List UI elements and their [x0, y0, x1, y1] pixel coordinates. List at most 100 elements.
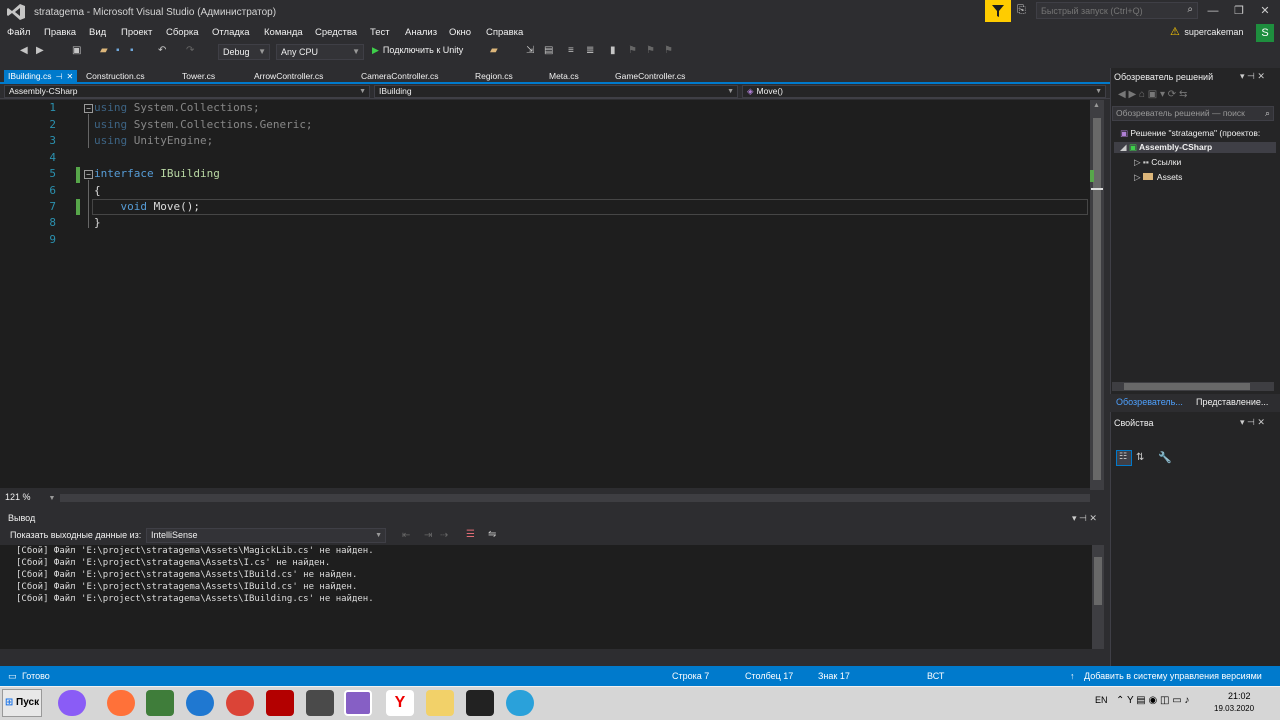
tree-assets[interactable]: ▷ Assets	[1134, 172, 1182, 183]
output-source-dropdown[interactable]: IntelliSense ▼	[146, 528, 386, 543]
tab-game-controller[interactable]: GameController.cs	[611, 70, 689, 84]
clear-all-icon[interactable]: ☰	[466, 529, 475, 540]
redo-icon[interactable]: ↷	[186, 45, 194, 56]
menu-analyze[interactable]: Анализ	[405, 27, 437, 38]
property-pages-icon[interactable]: 🔧	[1158, 451, 1172, 464]
tab-tower[interactable]: Tower.cs	[178, 70, 219, 84]
clear-bookmarks-icon[interactable]: ⚑	[664, 45, 673, 56]
properties-panel-controls[interactable]: ▾ ⊣ ✕	[1240, 417, 1265, 428]
type-dropdown[interactable]: IBuilding ▼	[374, 85, 738, 98]
collapse-toggle[interactable]: −	[84, 104, 93, 113]
goto-message-icon[interactable]: ⇢	[440, 530, 448, 541]
chrome-icon[interactable]	[226, 690, 254, 716]
project-dropdown[interactable]: Assembly-CSharp ▼	[4, 85, 370, 98]
next-message-icon[interactable]: ⇥	[424, 530, 432, 541]
tab-solution-explorer[interactable]: Обозреватель...	[1116, 397, 1183, 407]
back-icon[interactable]: ◀	[20, 45, 28, 56]
scroll-thumb[interactable]	[1094, 557, 1102, 605]
browse-icon[interactable]: ▰	[490, 45, 498, 56]
tab-ibuilding[interactable]: IBuilding.cs ⊣ ✕	[4, 70, 78, 84]
tab-construction[interactable]: Construction.cs	[82, 70, 149, 84]
avatar[interactable]: S	[1256, 24, 1274, 42]
menu-tools[interactable]: Средства	[315, 27, 357, 38]
restore-button[interactable]: ❐	[1229, 3, 1249, 19]
output-scrollbar[interactable]	[1092, 545, 1104, 649]
browser-icon[interactable]	[186, 690, 214, 716]
menu-view[interactable]: Вид	[89, 27, 106, 38]
menu-team[interactable]: Команда	[264, 27, 303, 38]
file-explorer-icon[interactable]	[426, 690, 454, 716]
quick-launch-input[interactable]	[1037, 3, 1177, 18]
tab-region[interactable]: Region.cs	[471, 70, 517, 84]
tree-solution[interactable]: ▣ Решение "stratagema" (проектов:	[1120, 128, 1260, 139]
prev-message-icon[interactable]: ⇤	[402, 530, 410, 541]
menu-project[interactable]: Проект	[121, 27, 152, 38]
scroll-thumb[interactable]	[1093, 118, 1101, 480]
solution-search-input[interactable]: Обозреватель решений — поиск	[1112, 106, 1274, 121]
feedback-icon[interactable]: ⎘	[1017, 4, 1026, 17]
menu-window[interactable]: Окно	[449, 27, 471, 38]
pin-icon[interactable]: ⊣	[55, 72, 62, 81]
menu-build[interactable]: Сборка	[166, 27, 199, 38]
yandex-icon[interactable]: Y	[386, 690, 414, 716]
new-project-icon[interactable]: ▣	[72, 45, 81, 56]
sublime-text-icon[interactable]	[306, 690, 334, 716]
add-to-source-control[interactable]: Добавить в систему управления версиями	[1084, 671, 1262, 681]
flag-icon[interactable]: ▮	[610, 45, 616, 56]
undo-icon[interactable]: ↶	[158, 45, 166, 56]
visual-studio-icon[interactable]	[344, 690, 372, 716]
quick-launch-box[interactable]: ⌕	[1036, 2, 1198, 19]
collapse-toggle[interactable]: −	[84, 170, 93, 179]
zoom-dropdown[interactable]: 121 % ▼	[5, 492, 55, 502]
minimize-button[interactable]: —	[1203, 3, 1223, 19]
close-window-button[interactable]: ✕	[1255, 3, 1275, 19]
code-editor[interactable]	[0, 100, 1096, 488]
config-dropdown[interactable]: Debug ▼	[218, 44, 270, 60]
scroll-up-icon[interactable]: ▲	[1093, 102, 1100, 109]
comment-icon[interactable]: ≡	[568, 45, 574, 56]
open-folder-icon[interactable]: ▰	[100, 45, 108, 56]
start-button[interactable]: ⊞ Пуск	[2, 689, 42, 717]
attach-to-unity-button[interactable]: ▶ Подключить к Unity	[372, 45, 463, 56]
tree-app-icon[interactable]	[146, 690, 174, 716]
tab-meta[interactable]: Meta.cs	[545, 70, 583, 84]
save-icon[interactable]: ▪	[116, 45, 120, 56]
save-all-icon[interactable]: ▪	[130, 45, 134, 56]
solution-horizontal-scrollbar[interactable]	[1112, 382, 1274, 391]
solution-panel-controls[interactable]: ▾ ⊣ ✕	[1240, 71, 1265, 82]
tree-project[interactable]: ◢ ▣ Assembly-CSharp	[1114, 142, 1276, 153]
next-bookmark-icon[interactable]: ⚑	[646, 45, 655, 56]
clock-date[interactable]: 19.03.2020	[1214, 704, 1254, 713]
categorized-button[interactable]: ☷	[1116, 450, 1132, 466]
account-area[interactable]: ⚠ supercakeman	[1170, 25, 1243, 41]
firefox-icon[interactable]	[107, 690, 135, 716]
clock-time[interactable]: 21:02	[1228, 691, 1251, 701]
solution-toolbar-icons[interactable]: ◀ ▶ ⌂ ▣ ▾ ⟳ ⇆	[1118, 89, 1187, 100]
menu-file[interactable]: Файл	[7, 27, 30, 38]
menu-debug[interactable]: Отладка	[212, 27, 250, 38]
output-panel-controls[interactable]: ▾ ⊣ ✕	[1072, 513, 1097, 524]
uncomment-icon[interactable]: ≣	[586, 45, 594, 56]
alice-icon[interactable]	[58, 690, 86, 716]
tab-camera-controller[interactable]: CameraController.cs	[357, 70, 442, 84]
search-icon[interactable]: ⌕	[1265, 108, 1270, 119]
tray-icons[interactable]: ⌃ Y ▤ ◉ ◫ ▭ ♪	[1116, 695, 1189, 706]
member-dropdown[interactable]: ◈ Move() ▼	[742, 85, 1106, 98]
language-indicator[interactable]: EN	[1095, 695, 1108, 705]
menu-test[interactable]: Тест	[370, 27, 390, 38]
forward-icon[interactable]: ▶	[36, 45, 44, 56]
telegram-icon[interactable]	[506, 690, 534, 716]
menu-help[interactable]: Справка	[486, 27, 523, 38]
tab-arrow-controller[interactable]: ArrowController.cs	[250, 70, 327, 84]
close-tab-icon[interactable]: ✕	[66, 72, 73, 81]
notifications-filter-button[interactable]	[985, 0, 1011, 22]
platform-dropdown[interactable]: Any CPU ▼	[276, 44, 364, 60]
editor-vertical-scrollbar[interactable]: ▲	[1090, 100, 1104, 490]
filezilla-icon[interactable]	[266, 690, 294, 716]
bookmark-icon[interactable]: ▤	[544, 45, 553, 56]
sort-alpha-icon[interactable]: ⇅	[1136, 452, 1144, 463]
tree-references[interactable]: ▷ ▪▪ Ссылки	[1134, 157, 1181, 168]
step-icon[interactable]: ⇲	[526, 45, 534, 56]
tab-team-view[interactable]: Представление...	[1196, 397, 1268, 407]
unity-icon[interactable]	[466, 690, 494, 716]
